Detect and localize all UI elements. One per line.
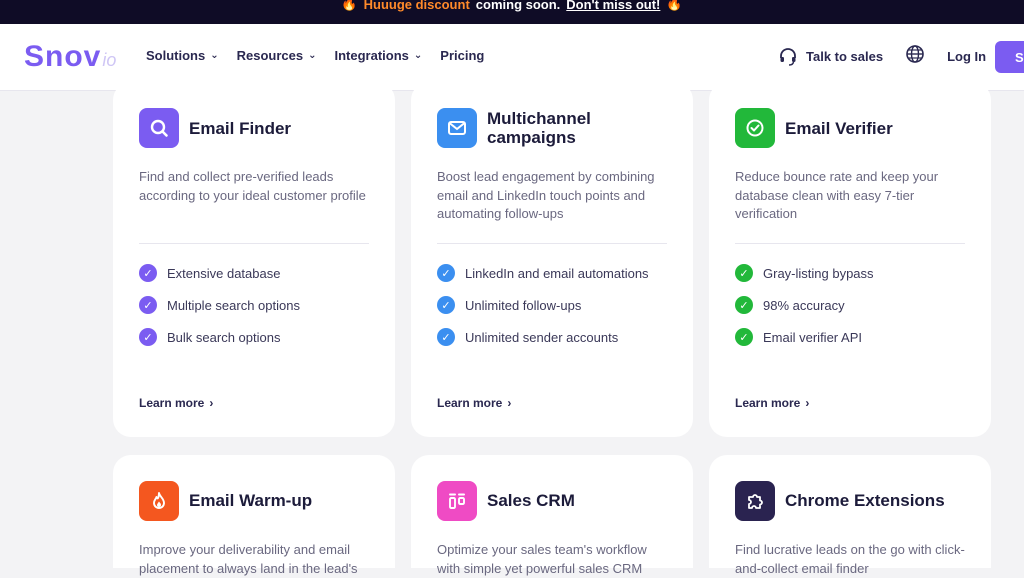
chevron-right-icon: › [805,396,810,410]
card-title: Sales CRM [487,491,575,510]
menu-item-solutions[interactable]: Solutions ⌄ [146,48,219,63]
learn-more-label: Learn more [139,396,205,410]
logo-sub: io [102,50,117,70]
logo-main: Snov [24,40,102,73]
feature-item: ✓ Email verifier API [735,328,862,346]
feature-label: Gray-listing bypass [763,265,874,281]
chevron-down-icon: ⌄ [210,50,219,61]
promo-banner: 🔥 Huuuge discount coming soon. Don't mis… [0,0,1024,24]
promo-text: coming soon. [475,0,561,12]
learn-more-link[interactable]: Learn more › [437,396,511,410]
check-icon: ✓ [139,296,157,314]
check-circle-icon [746,119,764,137]
card-email-finder: Email Finder Find and collect pre-verifi… [113,82,395,437]
card-description: Find lucrative leads on the go with clic… [735,542,965,576]
feature-label: Email verifier API [763,329,862,345]
check-icon: ✓ [735,296,753,314]
chevron-right-icon: › [507,396,512,410]
nav-right: Talk to sales Log In [778,44,986,69]
fire-icon: 🔥 [666,0,683,11]
top-navbar: Snov io Solutions ⌄ Resources ⌄ Integrat… [0,24,1024,91]
feature-item: ✓ Unlimited sender accounts [437,328,618,346]
envelope-icon [448,121,466,135]
card-description: Boost lead engagement by combining email… [437,169,655,221]
divider [735,243,965,244]
card-description: Find and collect pre-verified leads acco… [139,169,366,203]
menu-label: Solutions [146,48,206,63]
email-finder-icon-tile [139,108,179,148]
flame-icon [153,492,165,509]
check-icon: ✓ [735,328,753,346]
feature-item: ✓ Multiple search options [139,296,300,314]
menu-label: Resources [236,48,304,63]
check-icon: ✓ [139,264,157,282]
feature-item: ✓ 98% accuracy [735,296,845,314]
feature-item: ✓ LinkedIn and email automations [437,264,649,282]
card-title: Multichannel campaigns [487,109,591,147]
feature-label: Unlimited sender accounts [465,329,619,345]
crm-icon [449,493,465,509]
menu-label: Pricing [440,48,485,63]
feature-label: Extensive database [167,265,281,281]
feature-label: Bulk search options [167,329,281,345]
multichannel-icon-tile [437,108,477,148]
check-icon: ✓ [437,264,455,282]
divider [437,243,667,244]
email-verifier-icon-tile [735,108,775,148]
menu-item-resources[interactable]: Resources ⌄ [237,48,317,63]
divider [139,243,369,244]
feature-label: Multiple search options [167,297,300,313]
card-title: Chrome Extensions [785,491,945,510]
card-description: Optimize your sales team's workflow with… [437,542,647,576]
chevron-right-icon: › [209,396,214,410]
feature-item: ✓ Unlimited follow-ups [437,296,581,314]
card-email-warmup: Email Warm-up Improve your deliverabilit… [113,455,395,576]
feature-item: ✓ Bulk search options [139,328,280,346]
email-warmup-icon-tile [139,481,179,521]
check-icon: ✓ [437,328,455,346]
feature-label: LinkedIn and email automations [465,265,649,281]
globe-icon [906,45,924,63]
feature-item: ✓ Extensive database [139,264,280,282]
feature-item: ✓ Gray-listing bypass [735,264,874,282]
card-sales-crm: Sales CRM Optimize your sales team's wor… [411,455,693,576]
card-description: Improve your deliverability and email pl… [139,542,358,576]
card-title: Email Warm-up [189,491,313,510]
magnifier-icon [150,119,168,137]
fire-icon: 🔥 [341,0,358,11]
feature-label: 98% accuracy [763,297,845,313]
language-selector[interactable] [905,44,925,69]
learn-more-link[interactable]: Learn more › [735,396,809,410]
signup-button[interactable]: S [995,41,1024,73]
card-title: Email Finder [189,119,292,138]
chevron-down-icon: ⌄ [413,50,423,61]
learn-more-label: Learn more [735,396,801,410]
puzzle-icon [748,494,763,509]
check-icon: ✓ [437,296,455,314]
card-description: Reduce bounce rate and keep your databas… [735,169,939,221]
chrome-extensions-icon-tile [735,481,775,521]
card-multichannel-campaigns: Multichannel campaigns Boost lead engage… [411,82,693,437]
learn-more-label: Learn more [437,396,503,410]
menu-item-pricing[interactable]: Pricing [440,48,484,63]
learn-more-link[interactable]: Learn more › [139,396,213,410]
login-link[interactable]: Log In [947,49,986,64]
card-chrome-extensions: Chrome Extensions Find lucrative leads o… [709,455,991,576]
chevron-down-icon: ⌄ [308,50,317,61]
menu-item-integrations[interactable]: Integrations ⌄ [334,48,422,63]
main-menu: Solutions ⌄ Resources ⌄ Integrations ⌄ P… [146,48,502,63]
card-title: Email Verifier [785,119,893,138]
promo-link[interactable]: Don't miss out! [566,0,660,12]
promo-highlight: Huuuge discount [363,0,470,12]
talk-to-sales-label: Talk to sales [806,49,884,64]
check-icon: ✓ [139,328,157,346]
headset-icon [780,47,796,66]
menu-label: Integrations [334,48,409,63]
feature-label: Unlimited follow-ups [465,297,582,313]
card-email-verifier: Email Verifier Reduce bounce rate and ke… [709,82,991,437]
sales-crm-icon-tile [437,481,477,521]
talk-to-sales-link[interactable]: Talk to sales [778,47,883,67]
check-icon: ✓ [735,264,753,282]
logo[interactable]: Snov io [24,40,116,74]
